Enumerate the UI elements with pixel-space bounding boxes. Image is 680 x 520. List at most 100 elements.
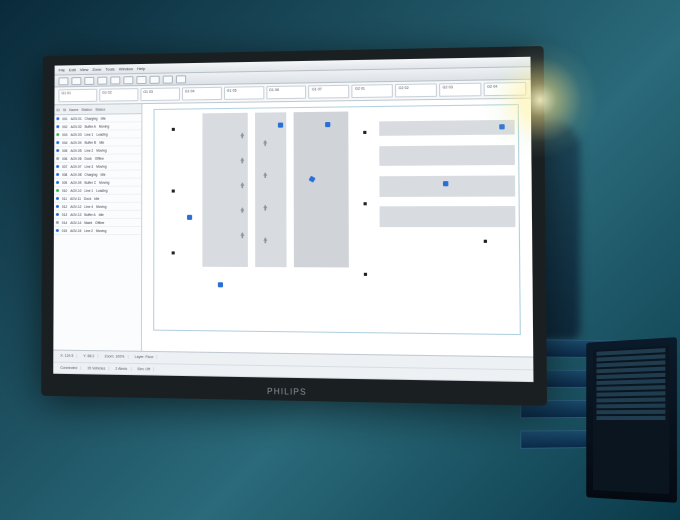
node-dot[interactable] xyxy=(364,273,367,276)
vehicle-row[interactable]: 010AGV-10Line 1Loading xyxy=(54,187,141,195)
pause-button[interactable] xyxy=(163,75,173,83)
node-dot[interactable] xyxy=(172,252,175,255)
cell-name: AGV-13 xyxy=(70,212,81,216)
cell-station: Line 2 xyxy=(85,148,94,152)
col-header[interactable]: Station xyxy=(81,107,92,111)
new-button[interactable] xyxy=(58,77,68,85)
ribbon-chip[interactable]: G1 01 xyxy=(58,89,97,103)
cell-status: Moving xyxy=(99,124,109,128)
ribbon-chip[interactable]: G1 06 xyxy=(266,85,307,99)
vehicle-row[interactable]: 014AGV-14MaintOffline xyxy=(54,219,141,227)
cell-id: 011 xyxy=(62,196,67,200)
zone-e[interactable] xyxy=(379,145,515,166)
menu-zone[interactable]: Zone xyxy=(92,67,101,72)
zoom-in-button[interactable] xyxy=(123,76,133,84)
undo-button[interactable] xyxy=(97,76,107,84)
cell-station: Charging xyxy=(84,172,97,176)
menu-tools[interactable]: Tools xyxy=(105,66,114,71)
save-button[interactable] xyxy=(84,76,94,84)
status-led-icon xyxy=(56,157,59,160)
redo-button[interactable] xyxy=(110,76,120,84)
ribbon-chip[interactable]: G1 07 xyxy=(309,85,350,99)
node-dot[interactable] xyxy=(484,240,487,243)
play-button[interactable] xyxy=(150,75,160,83)
status-cell: 15 Vehicles xyxy=(84,366,109,370)
status-led-icon xyxy=(56,141,59,144)
ribbon-chip[interactable]: G2 02 xyxy=(395,83,437,97)
node-dot[interactable] xyxy=(364,202,367,205)
status-cell: Connected xyxy=(57,365,81,369)
status-led-icon xyxy=(56,229,59,232)
zone-d[interactable] xyxy=(379,119,515,136)
node-dot[interactable] xyxy=(364,131,367,134)
cell-status: Loading xyxy=(96,132,107,136)
vehicle-row[interactable]: 013AGV-13Buffer AIdle xyxy=(54,211,141,219)
node-dot[interactable] xyxy=(172,190,175,193)
status-led-icon xyxy=(56,197,59,200)
col-header[interactable]: Name xyxy=(69,107,78,111)
status-led-icon xyxy=(56,213,59,216)
vehicle-row[interactable]: 011AGV-11DockIdle xyxy=(54,195,141,203)
menu-edit[interactable]: Edit xyxy=(69,67,76,72)
vehicle-marker[interactable] xyxy=(217,282,222,287)
col-header[interactable]: St xyxy=(63,108,66,112)
monitor: FileEditViewZoneToolsWindowHelp G1 01G1 … xyxy=(41,46,547,406)
status-led-icon xyxy=(56,181,59,184)
status-led-icon xyxy=(56,189,59,192)
col-header[interactable]: ID xyxy=(56,108,59,112)
cell-name: AGV-04 xyxy=(70,140,81,144)
cell-status: Moving xyxy=(96,204,106,208)
menu-window[interactable]: Window xyxy=(119,66,133,71)
ribbon-chip[interactable]: G1 04 xyxy=(182,87,222,101)
zone-c[interactable] xyxy=(294,111,349,267)
node-dot[interactable] xyxy=(172,128,175,131)
menu-file[interactable]: File xyxy=(59,67,65,72)
ribbon-chip[interactable]: G2 03 xyxy=(439,83,481,97)
cell-name: AGV-02 xyxy=(71,124,82,128)
ribbon-chip[interactable]: G2 04 xyxy=(484,82,527,96)
status-cell: Sim: Off xyxy=(134,367,154,371)
vehicle-marker[interactable] xyxy=(499,125,505,130)
ribbon-chip[interactable]: G1 03 xyxy=(140,87,179,101)
vehicle-row[interactable]: 015AGV-15Line 2Moving xyxy=(54,227,141,235)
ribbon-chip[interactable]: G2 01 xyxy=(352,84,393,98)
vehicle-marker[interactable] xyxy=(278,122,283,127)
ribbon-chip[interactable]: G1 05 xyxy=(224,86,264,100)
cell-station: Buffer A xyxy=(85,124,96,128)
cell-id: 009 xyxy=(62,180,67,184)
ribbon-chip[interactable]: G1 02 xyxy=(99,88,138,102)
zoom-out-button[interactable] xyxy=(136,75,146,83)
cell-station: Line 3 xyxy=(85,164,94,168)
floorplan-canvas[interactable] xyxy=(142,99,533,357)
cell-id: 013 xyxy=(62,212,67,216)
cell-station: Line 2 xyxy=(84,229,93,233)
monitor-bezel: FileEditViewZoneToolsWindowHelp G1 01G1 … xyxy=(41,46,547,406)
vehicle-marker[interactable] xyxy=(187,215,192,220)
menu-view[interactable]: View xyxy=(80,67,89,72)
status-led-icon xyxy=(56,149,59,152)
col-header[interactable]: Status xyxy=(95,107,105,111)
background-laptop xyxy=(586,337,677,503)
cell-id: 014 xyxy=(62,220,67,224)
menu-help[interactable]: Help xyxy=(137,66,145,71)
status-led-icon xyxy=(56,133,59,136)
cell-id: 008 xyxy=(62,172,67,176)
cell-station: Buffer A xyxy=(84,212,95,216)
status-cell: Y: 88.2 xyxy=(80,354,98,358)
vehicle-row[interactable]: 012AGV-12Line 4Moving xyxy=(54,203,141,211)
status-led-icon xyxy=(56,125,59,128)
monitor-brand: PHILIPS xyxy=(267,387,307,397)
open-button[interactable] xyxy=(71,77,81,85)
status-cell: 2 Alerts xyxy=(112,366,131,370)
cell-id: 015 xyxy=(62,229,67,233)
cell-name: AGV-11 xyxy=(70,196,81,200)
vehicle-marker[interactable] xyxy=(443,181,448,186)
stop-button[interactable] xyxy=(176,75,186,83)
zone-b[interactable] xyxy=(255,112,286,267)
zone-g[interactable] xyxy=(380,207,516,228)
cell-status: Idle xyxy=(101,116,106,120)
vehicle-marker[interactable] xyxy=(325,121,330,126)
status-led-icon xyxy=(56,221,59,224)
cell-name: AGV-12 xyxy=(70,204,81,208)
cell-status: Offline xyxy=(95,220,104,224)
